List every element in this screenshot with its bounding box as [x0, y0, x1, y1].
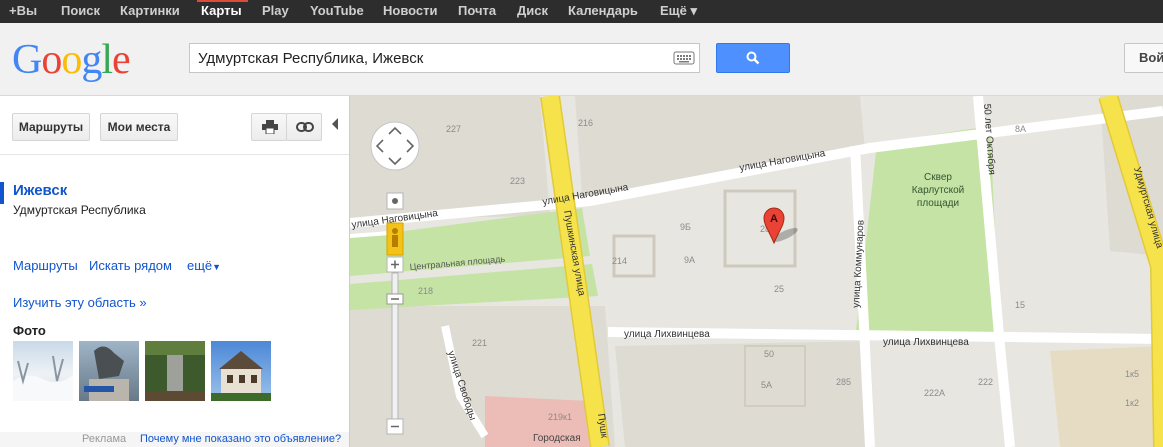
street-label-likhvintseva-mid: улица Лихвинцева: [624, 329, 710, 340]
ad-why-link[interactable]: Почему мне показано это объявление?: [140, 432, 341, 447]
bldg-222: 222: [978, 377, 993, 387]
map-canvas[interactable]: улица Наговицына улица Наговицына улица …: [350, 96, 1163, 447]
photo-thumbnail-winter[interactable]: [13, 341, 73, 401]
print-icon: [262, 120, 278, 134]
photo-thumbnail-memorial[interactable]: [145, 341, 205, 401]
nav-item-play[interactable]: Play: [262, 0, 289, 23]
photo-house-image: [211, 351, 271, 401]
nav-item-images[interactable]: Картинки: [120, 0, 180, 23]
photo-monument-image: [84, 346, 129, 401]
bldg-222a: 222А: [924, 388, 945, 398]
bldg-285: 285: [836, 377, 851, 387]
marker-label: A: [770, 213, 778, 225]
link-button[interactable]: [286, 113, 322, 141]
routes-link[interactable]: Маршруты: [13, 258, 78, 273]
label-gorodskaya: Городская: [533, 433, 581, 444]
nav-item-search[interactable]: Поиск: [61, 0, 100, 23]
search-nearby-link[interactable]: Искать рядом: [89, 258, 172, 273]
login-button[interactable]: Вой: [1124, 43, 1163, 73]
keyboard-icon[interactable]: [673, 49, 695, 67]
search-input[interactable]: [198, 48, 658, 68]
bldg-15: 15: [1015, 300, 1025, 310]
bldg-25: 25: [774, 284, 784, 294]
bldg-9b: 9Б: [680, 222, 691, 232]
header: Google Вой: [0, 23, 1163, 96]
map-svg[interactable]: улица Наговицына улица Наговицына улица …: [350, 96, 1163, 447]
search-button[interactable]: [716, 43, 790, 73]
block-southeast: [1050, 346, 1163, 447]
photo-memorial-image: [145, 341, 205, 401]
collapse-panel-arrow-icon[interactable]: [332, 118, 338, 130]
my-places-button[interactable]: Мои места: [100, 113, 178, 141]
place-title[interactable]: Ижевск: [13, 182, 67, 199]
ad-line: Реклама Почему мне показано это объявлен…: [0, 432, 349, 447]
more-link-label: ещё: [187, 258, 213, 273]
bldg-221: 221: [472, 338, 487, 348]
ad-label: Реклама: [82, 433, 127, 445]
bldg-9a: 9А: [684, 255, 695, 265]
search-box[interactable]: [189, 43, 700, 73]
more-link[interactable]: ещё▼: [187, 258, 221, 273]
chevron-down-icon: ▼: [212, 262, 222, 272]
locate-icon: [392, 198, 398, 204]
nav-item-youtube[interactable]: YouTube: [310, 0, 364, 23]
bldg-1k5: 1к5: [1125, 369, 1139, 379]
toolbar-divider: [0, 154, 349, 155]
pegman-icon[interactable]: [386, 222, 404, 256]
photo-thumbnail-monument[interactable]: [79, 341, 139, 401]
explore-area-link[interactable]: Изучить эту область »: [13, 295, 147, 310]
bldg-5a: 5А: [761, 380, 772, 390]
pan-control[interactable]: [370, 121, 420, 171]
google-logo[interactable]: Google: [12, 37, 131, 83]
bldg-1k2: 1к2: [1125, 398, 1139, 408]
photo-winter-image: [13, 355, 73, 401]
park-karlutskaya: [855, 126, 1000, 340]
nav-item-calendar[interactable]: Календарь: [568, 0, 638, 23]
photos-label: Фото: [13, 323, 46, 338]
search-icon: [746, 51, 760, 65]
bldg-8a: 8А: [1015, 124, 1026, 134]
nav-item-plus-you[interactable]: +Вы: [9, 0, 37, 23]
street-label-likhvintseva-east: улица Лихвинцева: [883, 337, 969, 348]
photo-thumbnail-house[interactable]: [211, 341, 271, 401]
bldg-50: 50: [764, 349, 774, 359]
bldg-216: 216: [578, 118, 593, 128]
nav-item-drive[interactable]: Диск: [517, 0, 548, 23]
nav-item-maps[interactable]: Карты: [201, 0, 242, 23]
bldg-218: 218: [418, 286, 433, 296]
link-icon: [296, 122, 314, 132]
routes-button[interactable]: Маршруты: [12, 113, 90, 141]
nav-item-more[interactable]: Ещё ▾: [660, 0, 697, 23]
bldg-214: 214: [612, 256, 627, 266]
top-navigation-bar: +Вы Поиск Картинки Карты Play YouTube Но…: [0, 0, 1163, 23]
place-subtitle: Удмуртская Республика: [13, 203, 146, 217]
bldg-219k1: 219к1: [548, 412, 572, 422]
side-panel: Маршруты Мои места Ижевск Удмуртская Рес…: [0, 96, 350, 447]
nav-item-mail[interactable]: Почта: [458, 0, 496, 23]
bldg-223: 223: [510, 176, 525, 186]
bldg-227: 227: [446, 124, 461, 134]
print-button[interactable]: [251, 113, 287, 141]
nav-item-news[interactable]: Новости: [383, 0, 438, 23]
selection-bar: [0, 182, 4, 204]
